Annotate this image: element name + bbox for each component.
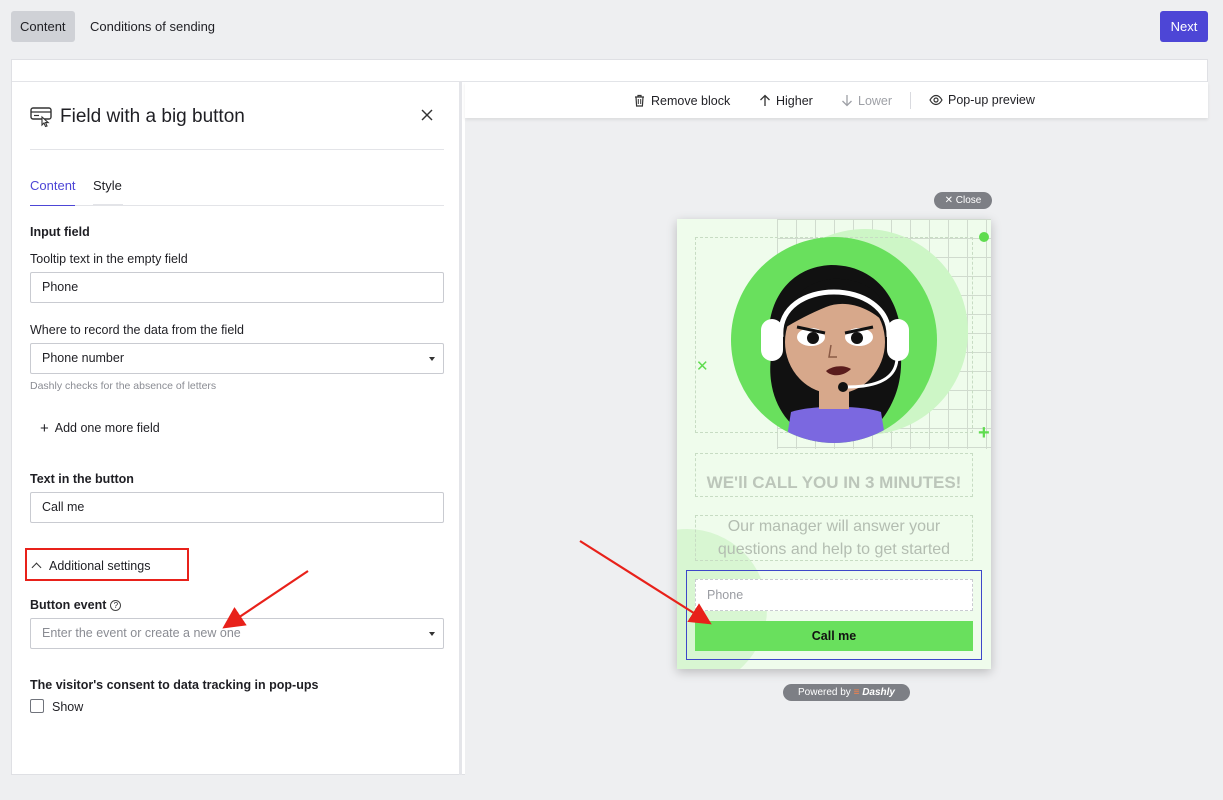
additional-settings-label: Additional settings	[49, 559, 151, 573]
remove-block-label: Remove block	[651, 94, 731, 108]
selected-form-block[interactable]: Phone Call me	[686, 570, 982, 660]
popup-title: WE'll CALL YOU IN 3 MINUTES!	[706, 473, 962, 492]
close-icon[interactable]	[420, 108, 434, 122]
record-select-value: Phone number	[42, 351, 125, 365]
consent-checkbox[interactable]	[30, 699, 44, 713]
record-select[interactable]: Phone number	[30, 343, 444, 374]
panel-subtabs: Content Style	[30, 178, 444, 206]
consent-heading: The visitor's consent to data tracking i…	[30, 678, 319, 692]
block-settings-panel: Field with a big button Content Style In…	[12, 82, 462, 775]
caret-down-icon	[429, 357, 435, 361]
add-field-button[interactable]: + Add one more field	[40, 419, 160, 437]
popup-phone-input[interactable]: Phone	[695, 579, 973, 611]
consent-show-label: Show	[52, 700, 84, 714]
powered-by-badge: Powered by ≡ Dashly	[783, 684, 910, 701]
preview-area: Remove block Higher Lower Pop-up preview	[465, 82, 1208, 775]
block-button-icon	[30, 107, 52, 128]
lower-label: Lower	[858, 94, 893, 108]
caret-down-icon	[429, 632, 435, 636]
popup-preview-label: Pop-up preview	[948, 93, 1035, 107]
card-header-strip	[12, 60, 1207, 82]
additional-settings-toggle[interactable]: Additional settings	[31, 559, 151, 573]
popup-close-button[interactable]: ✕ Close	[934, 192, 992, 209]
button-event-heading: Button event?	[30, 598, 122, 612]
eye-icon	[929, 94, 943, 106]
close-icon: ✕	[944, 195, 956, 206]
tooltip-label: Tooltip text in the empty field	[30, 252, 188, 266]
subtab-content[interactable]: Content	[30, 178, 76, 206]
dot-decoration	[979, 232, 989, 242]
popup-text: Our manager will answer your questions a…	[717, 518, 951, 558]
plus-icon: +	[40, 420, 49, 437]
editor-card: Field with a big button Content Style In…	[11, 59, 1208, 775]
tab-conditions-of-sending[interactable]: Conditions of sending	[81, 11, 224, 42]
help-icon[interactable]: ?	[110, 600, 122, 611]
panel-title: Field with a big button	[60, 106, 245, 127]
arrow-down-icon	[842, 95, 852, 107]
arrow-up-icon	[760, 94, 770, 106]
operator-avatar-icon	[761, 265, 909, 443]
button-event-placeholder: Enter the event or create a new one	[42, 626, 241, 640]
powered-brand: Dashly	[862, 687, 895, 698]
popup-preview: ✕ + WE'll CALL YOU IN 3 MINUTES! Our man…	[677, 219, 991, 669]
panel-header: Field with a big button	[30, 104, 444, 150]
button-event-select[interactable]: Enter the event or create a new one	[30, 618, 444, 649]
button-text-heading: Text in the button	[30, 472, 134, 486]
popup-preview-button[interactable]: Pop-up preview	[929, 92, 1035, 107]
tooltip-input[interactable]: Phone	[30, 272, 444, 303]
subtab-style[interactable]: Style	[93, 178, 123, 206]
plus-decoration: +	[978, 422, 990, 444]
toolbar-divider	[910, 92, 911, 109]
tab-content[interactable]: Content	[11, 11, 75, 42]
annotation-highlight-box: Additional settings	[25, 548, 189, 581]
record-hint: Dashly checks for the absence of letters	[30, 380, 217, 392]
dashly-logo-icon: ≡	[853, 687, 860, 698]
higher-label: Higher	[776, 94, 813, 108]
chevron-up-icon	[31, 562, 42, 573]
popup-close-label: Close	[955, 195, 982, 206]
top-bar: Content Conditions of sending Next	[0, 0, 1223, 58]
call-me-button[interactable]: Call me	[695, 621, 973, 651]
powered-prefix: Powered by	[797, 687, 851, 698]
higher-button[interactable]: Higher	[759, 92, 813, 108]
button-text-input[interactable]: Call me	[30, 492, 444, 523]
operator-illustration	[731, 237, 937, 443]
trash-icon	[635, 94, 644, 107]
remove-block-button[interactable]: Remove block	[633, 92, 730, 108]
next-button[interactable]: Next	[1160, 11, 1208, 42]
input-field-heading: Input field	[30, 225, 90, 239]
lower-button[interactable]: Lower	[841, 92, 892, 108]
record-label: Where to record the data from the field	[30, 323, 244, 337]
add-field-label: Add one more field	[54, 421, 160, 435]
block-toolbar: Remove block Higher Lower Pop-up preview	[465, 82, 1208, 118]
button-event-label: Button event	[30, 598, 107, 612]
